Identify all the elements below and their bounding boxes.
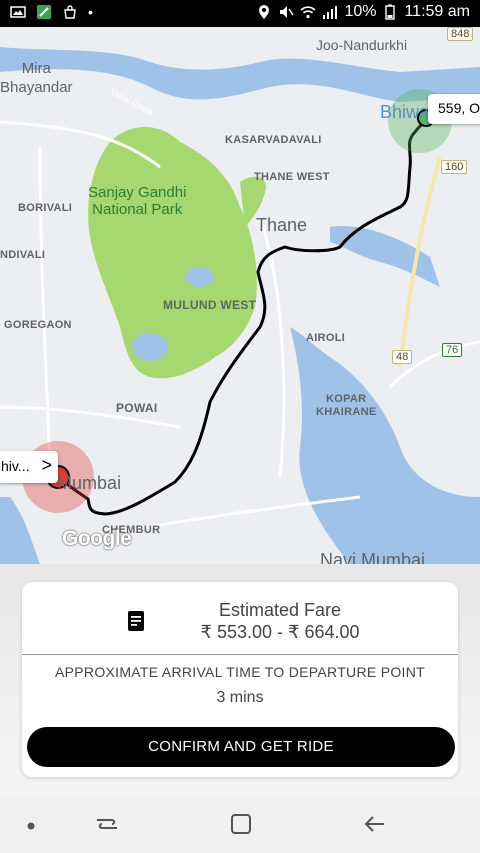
- signal-icon: [323, 6, 338, 19]
- map-label-kopar-khairane: KOPAR KHAIRANE: [316, 393, 377, 418]
- confirm-ride-button[interactable]: CONFIRM AND GET RIDE: [27, 727, 455, 767]
- map-label-airoli: AIROLI: [306, 332, 346, 344]
- wifi-icon: [300, 6, 316, 19]
- fare-title: Estimated Fare: [218, 600, 342, 620]
- highway-shield-160: 160: [441, 160, 468, 174]
- highway-shield-848: 848: [447, 27, 474, 41]
- notification-dot-icon: •: [88, 4, 93, 20]
- road-2: [38, 146, 52, 468]
- thane-creek-water: [330, 226, 440, 287]
- shopping-bag-icon: [64, 5, 76, 19]
- battery-percent: 10%: [344, 3, 377, 20]
- status-bar-left: •: [10, 4, 93, 20]
- highway-shield-76: 76: [442, 343, 463, 357]
- map-label-kasarvadavali: KASARVADAVALI: [225, 134, 322, 146]
- location-icon: [259, 5, 270, 19]
- app-icon: [37, 5, 51, 19]
- lake-upper: [186, 267, 214, 287]
- map-label-national-park: Sanjay Gandhi National Park: [88, 184, 187, 218]
- fare-range: ₹ 553.00 - ₹ 664.00: [200, 622, 360, 642]
- map-label-kandivali: NDIVALI: [0, 249, 46, 261]
- thane-creek-lower-water: [290, 327, 480, 564]
- status-time: 11:59 am: [404, 3, 470, 20]
- status-bar: • 10% 11:59 am: [0, 0, 480, 27]
- mute-icon: [280, 6, 295, 18]
- chevron-right-icon: >: [41, 455, 52, 475]
- route-map[interactable]: Mira Bhayandar Joo-Nandurkhi Bhiwandi KA…: [0, 27, 480, 564]
- map-label-mumbai: Mumbai: [57, 473, 122, 493]
- recent-apps-icon[interactable]: [94, 811, 120, 837]
- card-divider: [22, 654, 458, 655]
- map-label-borivali: BORIVALI: [18, 202, 73, 214]
- battery-icon: [385, 4, 396, 20]
- map-label-goregaon: GOREGAON: [4, 319, 72, 331]
- map-label-joo-nandurkhi: Joo-Nandurkhi: [316, 37, 408, 53]
- receipt-icon: [128, 611, 144, 631]
- map-label-navi-mumbai: Navi Mumbai: [320, 550, 426, 564]
- google-logo[interactable]: Google: [62, 527, 132, 551]
- lake-lower: [132, 333, 168, 361]
- fare-card: Estimated Fare ₹ 553.00 - ₹ 664.00 APPRO…: [22, 582, 458, 777]
- highway-shield-48: 48: [392, 350, 413, 364]
- national-park-area: [88, 127, 257, 379]
- gallery-icon: [10, 6, 26, 18]
- system-nav-bar: [0, 797, 480, 853]
- map-label-mulund-west: MULUND WEST: [163, 298, 257, 312]
- arrival-time-value: 3 mins: [216, 689, 264, 706]
- home-icon[interactable]: [228, 811, 254, 837]
- road-3: [258, 216, 286, 478]
- map-label-powai: POWAI: [116, 401, 158, 415]
- map-label-thane-west: THANE WEST: [254, 171, 330, 183]
- destination-callout[interactable]: 559, O: [428, 94, 480, 124]
- origin-callout[interactable]: hiv... >: [0, 451, 58, 483]
- back-arrow-icon[interactable]: [362, 811, 388, 837]
- nav-dot-icon[interactable]: [26, 821, 36, 831]
- origin-callout-text: hiv...: [1, 458, 30, 474]
- map-label-mira-bhayandar: Mira Bhayandar: [0, 60, 73, 96]
- map-label-thane: Thane: [256, 215, 308, 235]
- status-bar-right: 10% 11:59 am: [256, 3, 470, 21]
- arrival-time-label: APPROXIMATE ARRIVAL TIME TO DEPARTURE PO…: [55, 664, 425, 680]
- bay-water: [0, 497, 40, 564]
